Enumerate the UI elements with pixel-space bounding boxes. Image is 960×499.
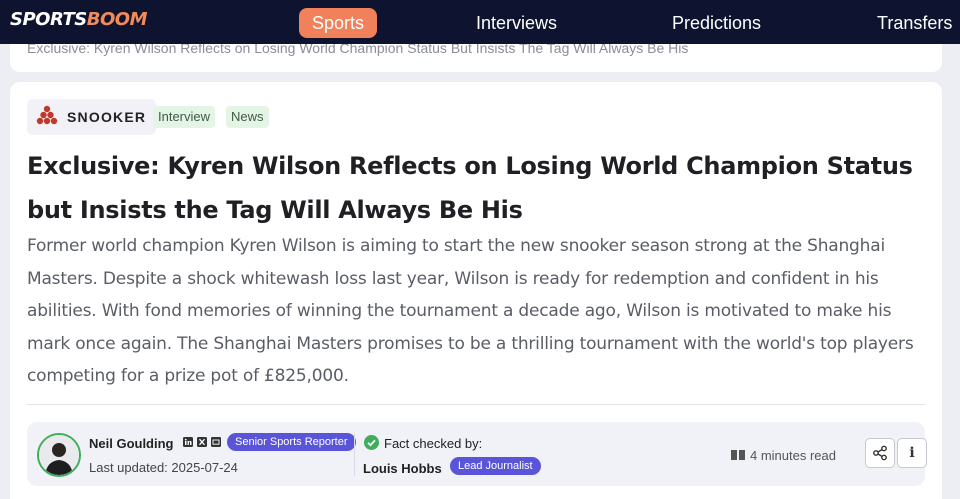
info-button[interactable]: i: [897, 438, 927, 468]
sport-category-label: SNOOKER: [67, 109, 147, 125]
divider: [27, 404, 925, 405]
book-icon: [731, 450, 745, 460]
share-icon: [873, 445, 887, 461]
fact-check-label: Fact checked by:: [384, 436, 483, 451]
author-role-badge: Senior Sports Reporter: [227, 433, 356, 451]
author-name[interactable]: Neil Goulding: [89, 436, 174, 451]
meta-separator: [354, 434, 355, 476]
article-card: SNOOKER Interview News Exclusive: Kyren …: [10, 82, 942, 499]
logo-text-sports: SPORTS: [10, 9, 87, 30]
linkedin-icon[interactable]: [183, 437, 193, 447]
nav-item-transfers[interactable]: Transfers: [877, 8, 952, 38]
share-button[interactable]: [865, 438, 895, 468]
sportsboom-logo[interactable]: SPORTSBOOM: [10, 9, 148, 30]
nav-item-predictions[interactable]: Predictions: [672, 8, 761, 38]
last-updated: Last updated: 2025-07-24: [89, 460, 238, 475]
nav-item-sports[interactable]: Sports: [299, 8, 378, 38]
author-avatar[interactable]: [37, 433, 81, 477]
sport-category-chip[interactable]: SNOOKER: [27, 99, 157, 135]
fact-checker-name[interactable]: Louis Hobbs: [363, 461, 442, 476]
check-icon: [364, 435, 379, 450]
article-summary: Former world champion Kyren Wilson is ai…: [27, 236, 914, 386]
fact-checker-role-badge: Lead Journalist: [450, 457, 541, 475]
tag-news[interactable]: News: [226, 106, 269, 128]
x-icon[interactable]: [197, 437, 207, 447]
snooker-balls-icon: [36, 105, 58, 130]
tag-interview[interactable]: Interview: [153, 106, 216, 128]
read-time: 4 minutes read: [750, 448, 836, 463]
article-title: Exclusive: Kyren Wilson Reflects on Losi…: [27, 152, 913, 224]
article-meta-bar: Neil Goulding Senior Sports Reporter Las…: [27, 422, 927, 486]
nav-item-interviews[interactable]: Interviews: [476, 8, 557, 38]
logo-text-boom: BOOM: [86, 9, 148, 30]
top-navigation: SPORTSBOOM Sports Interviews Predictions…: [0, 0, 960, 44]
email-icon[interactable]: [211, 437, 221, 447]
info-icon: i: [909, 445, 915, 461]
